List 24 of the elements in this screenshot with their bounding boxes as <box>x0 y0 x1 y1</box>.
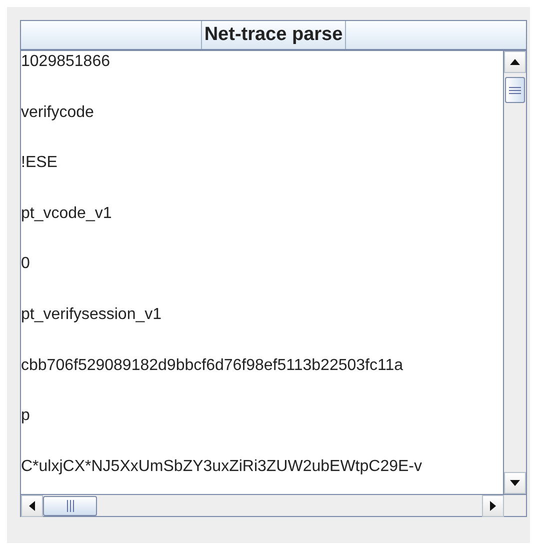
horizontal-scrollbar[interactable] <box>21 494 504 516</box>
scroll-right-button[interactable] <box>482 494 504 516</box>
list-item[interactable]: 0 <box>21 253 30 304</box>
column-header[interactable]: Net-trace parse <box>201 21 346 49</box>
scroll-left-button[interactable] <box>21 494 43 516</box>
list-item[interactable]: C*ulxjCX*NJ5XxUmSbZY3uxZiRi3ZUW2ubEWtpC29E-v <box>21 456 422 494</box>
scrollbar-thumb[interactable] <box>43 496 97 516</box>
grip-icon <box>509 86 521 94</box>
scrollbar-thumb[interactable] <box>505 77 525 103</box>
down-arrow-icon <box>510 480 520 486</box>
list-item[interactable]: cbb706f529089182d9bbcf6d76f98ef5113b22503fc11a <box>21 354 403 406</box>
scroll-down-button[interactable] <box>504 472 526 494</box>
right-arrow-icon <box>490 500 496 510</box>
list-item[interactable]: 1029851866 <box>21 51 110 102</box>
list-item[interactable]: pt_vcode_v1 <box>21 202 112 254</box>
list-item[interactable]: pt_verifysession_v1 <box>21 304 162 355</box>
left-arrow-icon <box>29 500 35 510</box>
list-item[interactable]: verifycode <box>21 102 94 152</box>
vertical-scrollbar[interactable] <box>504 51 526 494</box>
grip-icon <box>66 500 74 512</box>
list-item[interactable]: p <box>21 405 30 456</box>
list-item[interactable]: !ESE <box>21 152 58 203</box>
up-arrow-icon <box>510 59 520 65</box>
scroll-up-button[interactable] <box>504 51 526 73</box>
